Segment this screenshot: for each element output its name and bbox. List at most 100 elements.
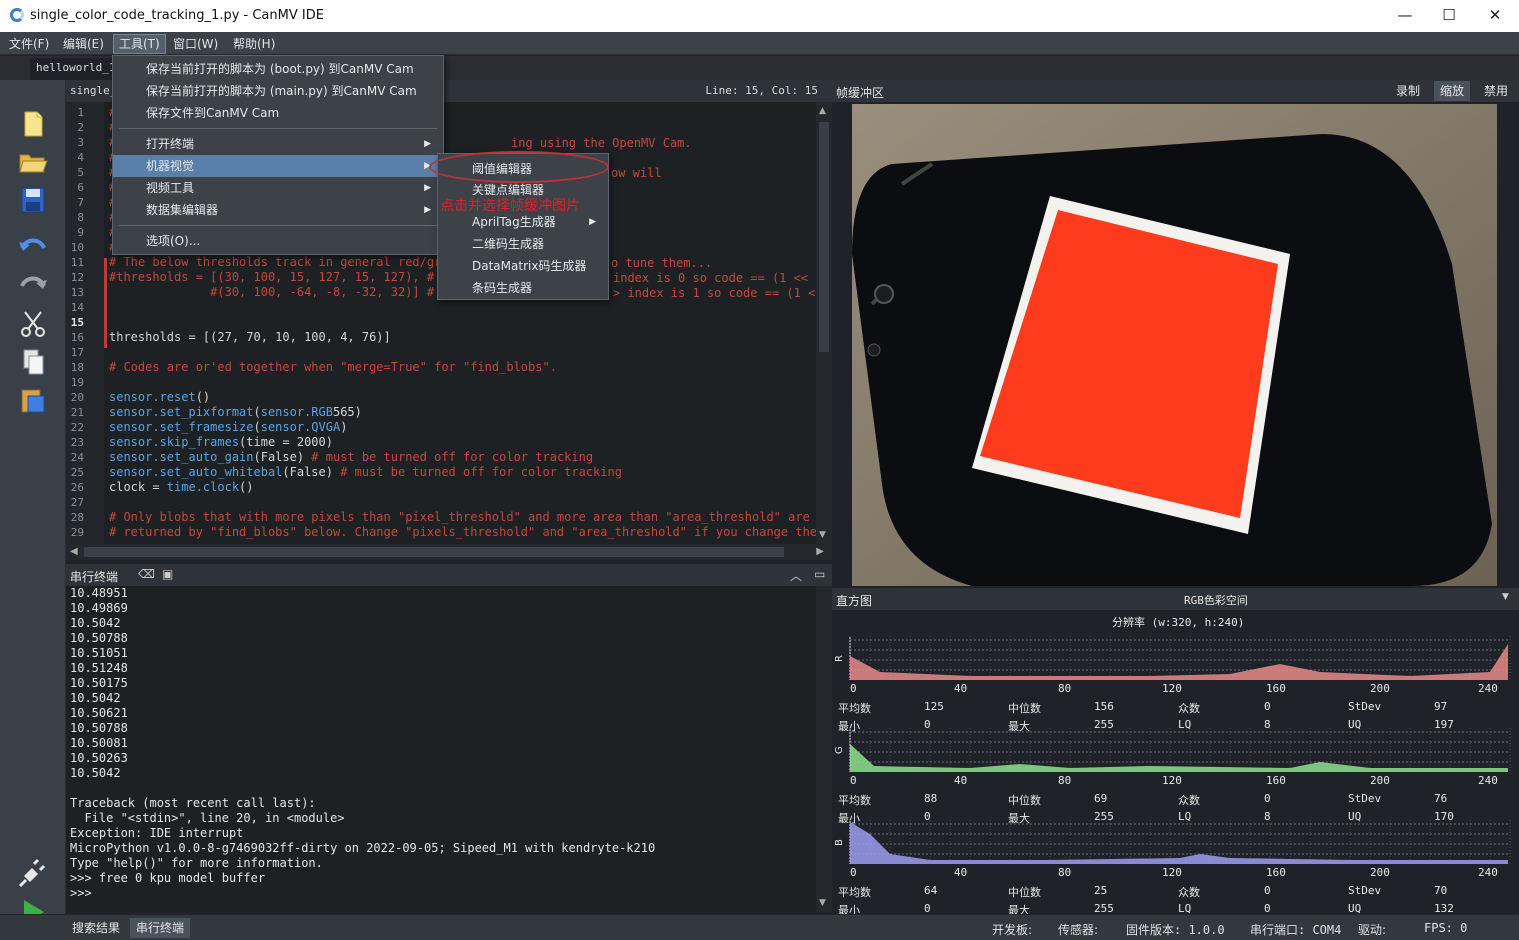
terminal-line: Exception: IDE interrupt: [70, 826, 244, 840]
menu-help[interactable]: 帮助(H): [228, 34, 280, 54]
menu-item-machine-vision[interactable]: 机器视觉 ▶: [113, 155, 443, 177]
panel-collapse-icon[interactable]: ︿: [790, 567, 802, 584]
submenu-item-barcode[interactable]: 条码生成器: [438, 277, 608, 299]
submenu-item-qrcode[interactable]: 二维码生成器: [438, 233, 608, 255]
stat-label: StDev: [1348, 792, 1382, 805]
menu-window[interactable]: 窗口(W): [168, 34, 223, 54]
clear-terminal-icon[interactable]: ⌫: [138, 567, 155, 581]
x-tick-label: 0: [850, 774, 857, 787]
x-tick-label: 120: [1162, 682, 1182, 695]
submenu-item-datamatrix[interactable]: DataMatrix码生成器: [438, 255, 608, 277]
x-tick-label: 40: [954, 682, 968, 695]
scroll-down-icon[interactable]: ▼: [819, 898, 826, 908]
tab-serial-terminal[interactable]: 串行终端: [130, 918, 191, 938]
stat-label: StDev: [1348, 884, 1382, 897]
cursor-position: Line: 15, Col: 15: [705, 84, 818, 97]
scroll-thumb[interactable]: [819, 122, 829, 352]
stat-value: 64: [924, 884, 938, 897]
close-button[interactable]: ✕: [1480, 4, 1510, 26]
terminal-line: 10.48951: [70, 586, 128, 600]
submenu-arrow-icon: ▶: [424, 183, 431, 193]
serial-terminal-title: 串行终端: [70, 570, 119, 584]
record-button[interactable]: 录制: [1390, 81, 1426, 101]
stat-value: 97: [1434, 700, 1448, 713]
code-line: sensor.skip_frames(time = 2000): [109, 435, 333, 449]
editor-vertical-scrollbar[interactable]: ▲ ▼: [816, 102, 832, 544]
line-number: 18: [70, 361, 84, 374]
redo-icon[interactable]: [16, 270, 50, 302]
menu-file[interactable]: 文件(F): [4, 34, 54, 54]
code-overflow-line13: > index is 1 so code == (1 <<: [613, 286, 816, 300]
x-tick-label: 200: [1370, 682, 1390, 695]
terminal-line: 10.50788: [70, 721, 128, 735]
stat-label: 中位数: [1008, 886, 1041, 899]
serial-terminal-output[interactable]: 10.48951 10.49869 10.5042 10.50788 10.51051 1…: [66, 586, 816, 912]
x-tick-label: 160: [1266, 682, 1286, 695]
menu-item-save-boot[interactable]: 保存当前打开的脚本为 (boot.py) 到CanMV Cam: [113, 58, 443, 80]
x-tick-label: 120: [1162, 866, 1182, 879]
menu-item-save-main[interactable]: 保存当前打开的脚本为 (main.py) 到CanMV Cam: [113, 80, 443, 102]
menu-item-save-file[interactable]: 保存文件到CanMV Cam: [113, 102, 443, 124]
zoom-button[interactable]: 缩放: [1434, 81, 1471, 101]
scroll-down-icon[interactable]: ▼: [819, 530, 826, 540]
terminal-line: File "<stdin>", line 20, in <module>: [70, 811, 345, 825]
terminal-line: 10.50081: [70, 736, 128, 750]
menu-edit[interactable]: 编辑(E): [58, 34, 109, 54]
scroll-right-icon[interactable]: ▶: [816, 546, 824, 557]
hscroll-thumb[interactable]: [84, 547, 784, 557]
frame-buffer-image[interactable]: [852, 104, 1497, 586]
line-number: 3: [77, 136, 84, 149]
line-number: 20: [70, 391, 84, 404]
terminal-line: 10.50175: [70, 676, 128, 690]
stat-value: 0: [1264, 700, 1271, 713]
maximize-button[interactable]: ☐: [1434, 4, 1464, 26]
x-tick-label: 240: [1478, 866, 1498, 879]
new-file-icon[interactable]: [16, 108, 50, 140]
status-firmware: 固件版本: 1.0.0: [1126, 923, 1225, 937]
menu-item-label: 打开终端: [146, 137, 195, 151]
status-serial-port: 串行端口: COM4: [1250, 923, 1342, 937]
paste-icon[interactable]: [16, 384, 50, 416]
window-title: single_color_code_tracking_1.py - CanMV …: [30, 8, 324, 23]
colorspace-select[interactable]: RGB色彩空间: [1184, 592, 1248, 608]
terminal-vertical-scrollbar[interactable]: ▼: [816, 586, 832, 912]
cut-icon[interactable]: [16, 308, 50, 340]
menu-item-open-terminal[interactable]: 打开终端 ▶: [113, 133, 443, 155]
save-log-icon[interactable]: ▣: [162, 567, 173, 581]
stat-value: 125: [924, 700, 944, 713]
connect-icon[interactable]: [16, 856, 50, 888]
panel-restore-icon[interactable]: ▭: [814, 567, 825, 581]
line-number-gutter: 1 2 3 4 5 6 7 8 9 10 11 12 13 14 15 16 17 18 19 20 21 22 23 24 2…: [66, 102, 104, 544]
undo-icon[interactable]: [16, 232, 50, 264]
menu-item-video-tools[interactable]: 视频工具 ▶: [113, 177, 443, 199]
scroll-left-icon[interactable]: ◀: [70, 546, 78, 557]
code-line: # The below thresholds track in general …: [109, 255, 449, 269]
menu-item-dataset-editor[interactable]: 数据集编辑器 ▶: [113, 199, 443, 221]
line-number: 8: [77, 211, 84, 224]
terminal-line: 10.50788: [70, 631, 128, 645]
open-folder-icon[interactable]: [16, 146, 50, 178]
annotation-text: 点击并选择帧缓冲图片: [440, 198, 580, 214]
stat-label: 中位数: [1008, 702, 1041, 715]
copy-icon[interactable]: [16, 346, 50, 378]
save-icon[interactable]: [16, 184, 50, 216]
line-number: 26: [70, 481, 84, 494]
line-number: 19: [70, 376, 84, 389]
line-number: 28: [70, 511, 84, 524]
menu-tools[interactable]: 工具(T): [113, 34, 166, 54]
minimize-button[interactable]: —: [1390, 4, 1420, 26]
code-line: sensor.set_auto_whitebal(False) # must b…: [109, 465, 622, 479]
line-number: 21: [70, 406, 84, 419]
x-tick-label: 40: [954, 774, 968, 787]
stat-value: 69: [1094, 792, 1108, 805]
line-number: 17: [70, 346, 84, 359]
resolution-label: 分辨率 (w:320, h:240): [1112, 616, 1245, 629]
disable-button[interactable]: 禁用: [1478, 81, 1514, 101]
scroll-up-icon[interactable]: ▲: [819, 106, 826, 116]
line-number: 25: [70, 466, 84, 479]
editor-horizontal-scrollbar[interactable]: ◀ ▶: [66, 544, 832, 560]
terminal-line: MicroPython v1.0.0-8-g7469032ff-dirty on…: [70, 841, 656, 855]
menu-item-options[interactable]: 选项(O)...: [113, 230, 443, 252]
tab-search-results[interactable]: 搜索结果: [66, 918, 126, 938]
chevron-down-icon[interactable]: ▼: [1502, 592, 1509, 602]
